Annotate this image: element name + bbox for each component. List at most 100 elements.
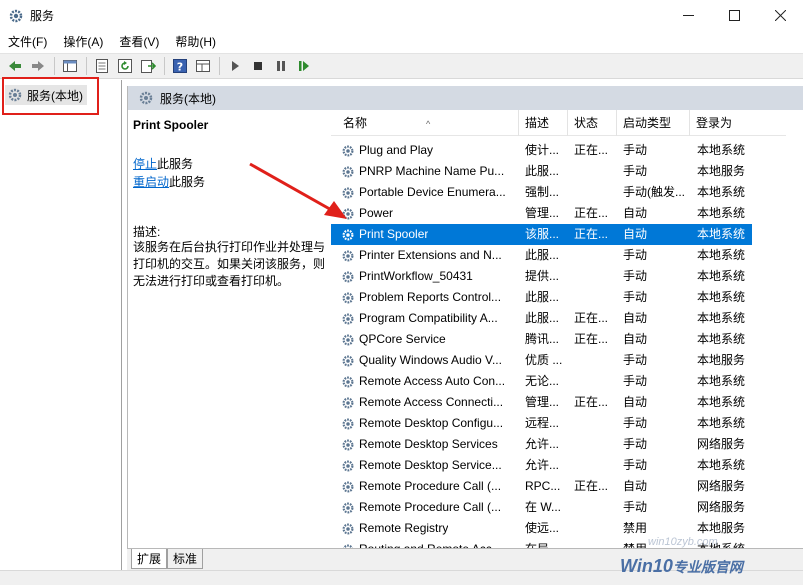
watermark-brand: Win10专业版官网 [620, 556, 743, 577]
maximize-button[interactable] [711, 0, 757, 31]
back-button[interactable] [4, 55, 26, 77]
service-name-cell: Remote Registry [341, 518, 521, 539]
watermark-brand-suffix: 专业版官网 [672, 559, 743, 575]
service-startup-type: 手动 [623, 500, 648, 514]
menu-view[interactable]: 查看(V) [111, 31, 167, 53]
service-row[interactable]: Remote Procedure Call (... 在 W... 手动 网络服务 [331, 497, 752, 518]
service-logon-as: 本地系统 [697, 395, 746, 409]
gear-icon [342, 229, 354, 240]
service-row[interactable]: Remote Access Connecti... 管理... 正在... 自动 本地系… [331, 392, 752, 413]
start-service-button[interactable] [224, 55, 246, 77]
service-logon-as: 本地服务 [697, 353, 746, 367]
service-name: Remote Desktop Services [359, 437, 498, 451]
restart-action: 重启动此服务 [133, 173, 205, 190]
service-description: 管理... [525, 206, 560, 220]
service-row[interactable]: PrintWorkflow_50431 提供... 手动 本地系统 [331, 266, 752, 287]
service-logon-as: 本地系统 [697, 290, 746, 304]
stop-link[interactable]: 停止 [133, 157, 157, 171]
forward-button[interactable] [27, 55, 49, 77]
service-row[interactable]: Problem Reports Control... 此服... 手动 本地系统 [331, 287, 752, 308]
service-logon-as: 本地系统 [697, 374, 746, 388]
service-row[interactable]: Portable Device Enumera... 强制... 手动(触发... 本… [331, 182, 752, 203]
service-name-cell: Remote Desktop Service... [341, 455, 521, 476]
restart-service-button[interactable] [293, 55, 315, 77]
service-name: Remote Registry [359, 521, 449, 535]
menu-help[interactable]: 帮助(H) [167, 31, 224, 53]
service-detail-panel: Print Spooler 停止此服务 重启动此服务 描述: 该服务在后台执行打… [128, 110, 330, 550]
stop-service-button[interactable] [247, 55, 269, 77]
service-description: 允许... [525, 458, 560, 472]
console-tree-icon [63, 60, 77, 72]
service-row[interactable]: Print Spooler 该服... 正在... 自动 本地系统 [331, 224, 752, 245]
service-startup-type: 自动 [623, 395, 648, 409]
service-name: Remote Procedure Call (... [359, 479, 502, 493]
service-row[interactable]: Power 管理... 正在... 自动 本地系统 [331, 203, 752, 224]
column-header-logon-as[interactable]: 登录为 [690, 110, 786, 136]
column-header-name[interactable]: 名称 ^ [331, 110, 519, 136]
column-header-startup-type[interactable]: 启动类型 [617, 110, 690, 136]
column-header-label: 描述 [525, 116, 550, 130]
service-row[interactable]: Plug and Play 使计... 正在... 手动 本地系统 [331, 140, 752, 161]
service-startup-type: 手动 [623, 437, 648, 451]
gear-icon [342, 166, 354, 177]
service-row[interactable]: Remote Desktop Services 允许... 手动 网络服务 [331, 434, 752, 455]
service-name-cell: Portable Device Enumera... [341, 182, 521, 203]
service-row[interactable]: QPCore Service 腾讯... 正在... 自动 本地系统 [331, 329, 752, 350]
gear-icon [342, 418, 354, 429]
gear-icon [139, 91, 153, 105]
pause-service-button[interactable] [270, 55, 292, 77]
gear-icon [342, 250, 354, 261]
service-status: 正在... [574, 227, 609, 241]
service-row[interactable]: PNRP Machine Name Pu... 此服... 手动 本地服务 [331, 161, 752, 182]
help-button[interactable]: ? [169, 55, 191, 77]
toolbar-separator [54, 57, 55, 75]
service-name-cell: Remote Access Connecti... [341, 392, 521, 413]
tab-standard[interactable]: 标准 [167, 549, 204, 569]
service-description: 此服... [525, 248, 560, 262]
service-name: PNRP Machine Name Pu... [359, 164, 505, 178]
menu-file[interactable]: 文件(F) [0, 31, 55, 53]
service-row[interactable]: Remote Access Auto Con... 无论... 手动 本地系统 [331, 371, 752, 392]
service-name: Remote Desktop Configu... [359, 416, 504, 430]
service-startup-type: 手动 [623, 353, 648, 367]
service-row[interactable]: Remote Desktop Configu... 远程... 手动 本地系统 [331, 413, 752, 434]
tab-extended[interactable]: 扩展 [131, 549, 168, 569]
minimize-button[interactable] [665, 0, 711, 31]
column-header-description[interactable]: 描述 [519, 110, 568, 136]
service-logon-as: 本地系统 [697, 206, 746, 220]
service-logon-as: 本地服务 [697, 164, 746, 178]
service-description: 提供... [525, 269, 560, 283]
service-logon-as: 本地系统 [697, 185, 746, 199]
service-name-cell: PrintWorkflow_50431 [341, 266, 521, 287]
service-status: 正在... [574, 206, 609, 220]
restart-link[interactable]: 重启动 [133, 175, 169, 189]
properties-button[interactable] [91, 55, 113, 77]
highlight-box [2, 77, 99, 115]
refresh-button[interactable] [114, 55, 136, 77]
restart-link-suffix: 此服务 [169, 175, 206, 189]
service-row[interactable]: Remote Procedure Call (... RPC... 正在... 自动 网… [331, 476, 752, 497]
close-icon [774, 10, 786, 21]
gear-icon [342, 460, 354, 471]
close-button[interactable] [757, 0, 803, 31]
service-row[interactable]: Program Compatibility A... 此服... 正在... 自动 本地… [331, 308, 752, 329]
svg-text:?: ? [177, 61, 183, 74]
column-header-label: 登录为 [696, 116, 733, 130]
show-hide-tree-button[interactable] [59, 55, 81, 77]
service-row[interactable]: Quality Windows Audio V... 优质 ... 手动 本地服务 [331, 350, 752, 371]
view-button[interactable] [192, 55, 214, 77]
column-header-status[interactable]: 状态 [568, 110, 617, 136]
watermark-brand-prefix: Win10 [620, 556, 673, 576]
service-startup-type: 手动 [623, 164, 648, 178]
pane-header-label: 服务(本地) [160, 91, 216, 106]
service-startup-type: 手动(触发... [623, 185, 685, 199]
service-description: RPC... [525, 479, 561, 493]
service-row[interactable]: Printer Extensions and N... 此服... 手动 本地系统 [331, 245, 752, 266]
export-list-button[interactable] [137, 55, 159, 77]
stop-action: 停止此服务 [133, 155, 193, 172]
gear-icon [342, 208, 354, 219]
watermark-url: win10zyb.com [648, 536, 718, 548]
service-row[interactable]: Remote Desktop Service... 允许... 手动 本地系统 [331, 455, 752, 476]
service-name-cell: Plug and Play [341, 140, 521, 161]
menu-action[interactable]: 操作(A) [55, 31, 111, 53]
